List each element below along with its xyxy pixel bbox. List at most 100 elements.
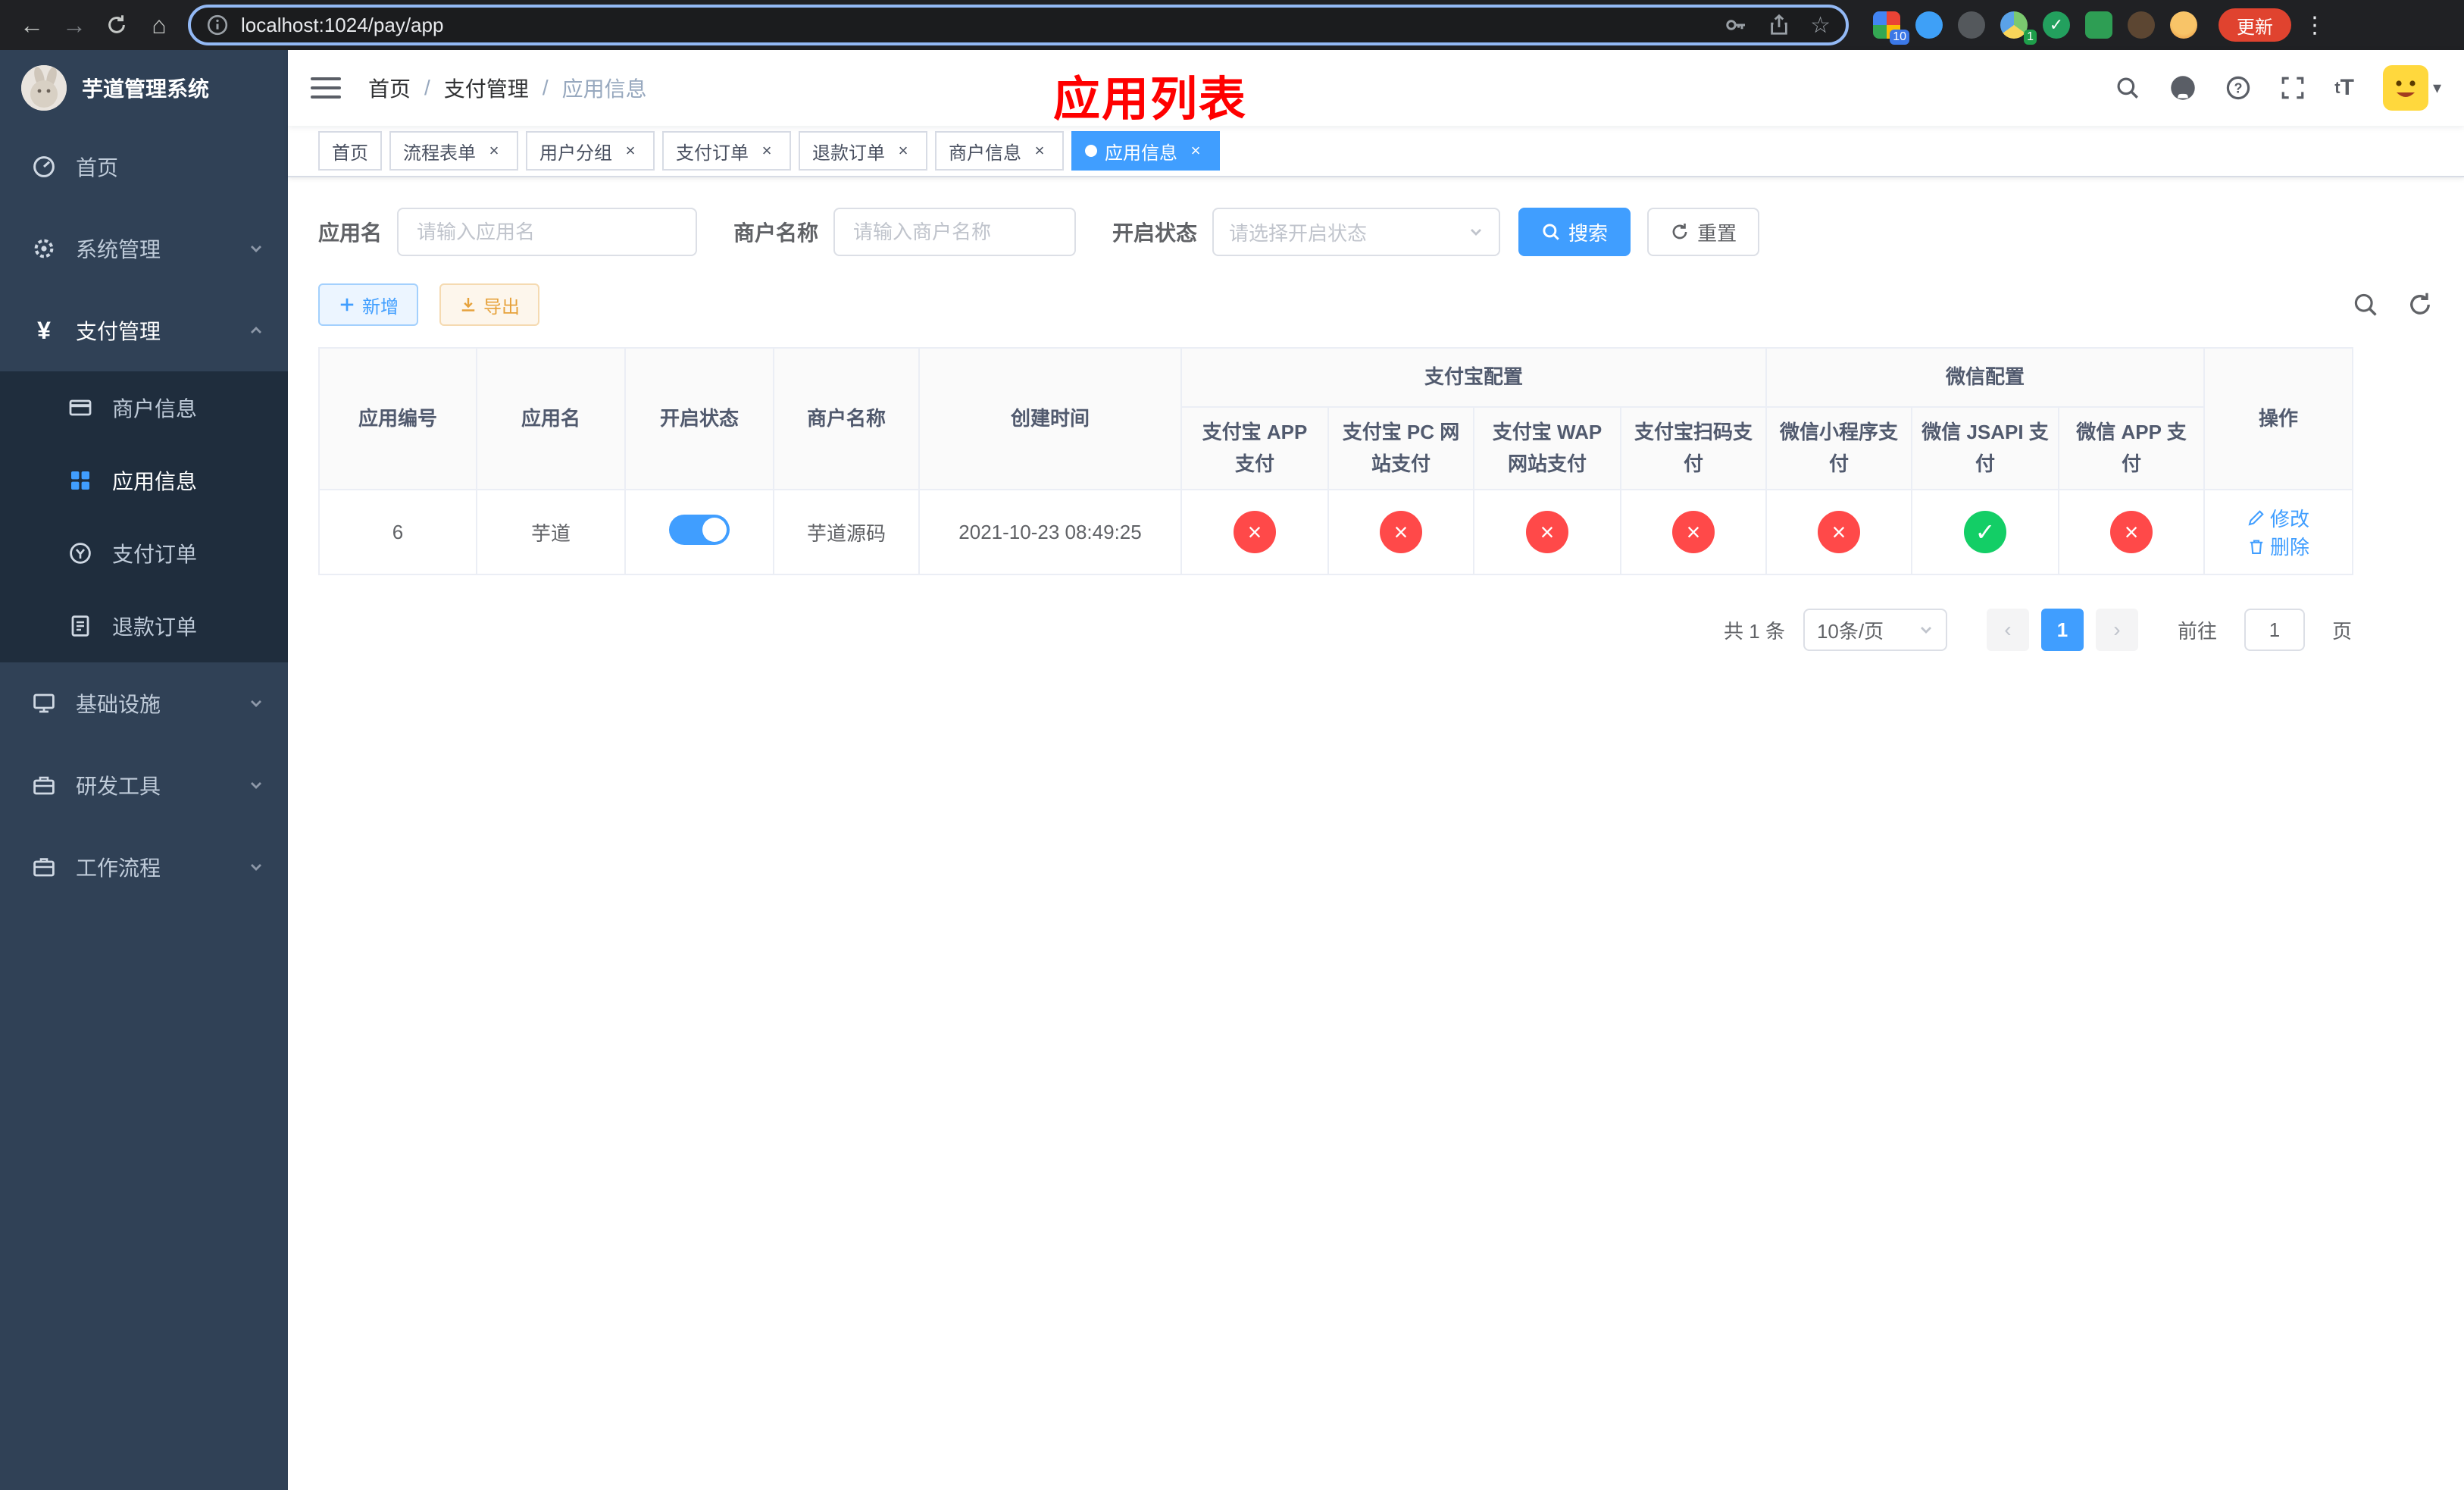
- delete-label: 删除: [2270, 536, 2310, 559]
- status-select[interactable]: 请选择开启状态: [1212, 208, 1501, 256]
- sidebar-item-workflow[interactable]: 工作流程: [0, 826, 288, 908]
- close-icon[interactable]: ×: [893, 140, 914, 161]
- sidebar-item-label: 系统管理: [76, 238, 161, 261]
- gear-icon: [30, 236, 58, 261]
- app-logo-avatar: [21, 65, 67, 111]
- tab-label: 应用信息: [1105, 142, 1177, 164]
- breadcrumb-section[interactable]: 支付管理: [444, 73, 529, 103]
- dashboard-icon: [30, 155, 58, 179]
- page-1-button[interactable]: 1: [2040, 609, 2084, 652]
- tab-app-info[interactable]: 应用信息 ×: [1071, 131, 1220, 171]
- sidebar-item-app-info[interactable]: 应用信息: [0, 444, 288, 517]
- font-size-icon[interactable]: tT: [2334, 75, 2354, 101]
- browser-menu-icon[interactable]: ⋮: [2303, 12, 2326, 39]
- sidebar-item-label: 支付管理: [76, 320, 161, 343]
- refresh-table-icon[interactable]: [2406, 291, 2434, 318]
- reset-button-label: 重置: [1697, 221, 1737, 245]
- extension-grid-icon[interactable]: 10: [1873, 11, 1909, 45]
- briefcase-icon: [30, 855, 58, 879]
- tab-pay-orders[interactable]: 支付订单 ×: [662, 131, 791, 171]
- page-title: 应用列表: [1053, 74, 1248, 126]
- prev-page-button[interactable]: ‹: [1986, 609, 2029, 652]
- sidebar-item-dev-tools[interactable]: 研发工具: [0, 744, 288, 826]
- sidebar-item-system[interactable]: 系统管理: [0, 208, 288, 290]
- sidebar-item-refund-orders[interactable]: 退款订单: [0, 590, 288, 662]
- url-text[interactable]: localhost:1024/pay/app: [241, 14, 1712, 37]
- tab-refund-orders[interactable]: 退款订单 ×: [799, 131, 927, 171]
- passwords-key-icon[interactable]: [1724, 13, 1748, 37]
- yen-icon: ¥: [37, 316, 51, 344]
- tab-label: 首页: [332, 142, 368, 164]
- extension-puzzle-icon[interactable]: [2128, 11, 2155, 39]
- reload-icon[interactable]: [97, 5, 136, 45]
- export-button-label: 导出: [483, 296, 520, 318]
- forward-icon[interactable]: →: [55, 5, 94, 45]
- tab-home[interactable]: 首页: [318, 131, 382, 171]
- back-icon[interactable]: ←: [12, 5, 52, 45]
- cell-wx-app: ×: [2058, 489, 2206, 576]
- status-toggle[interactable]: [669, 514, 730, 545]
- sidebar-item-infrastructure[interactable]: 基础设施: [0, 662, 288, 744]
- tab-process-form[interactable]: 流程表单 ×: [389, 131, 518, 171]
- tab-merchant-info[interactable]: 商户信息 ×: [935, 131, 1064, 171]
- col-header-name: 应用名: [476, 347, 626, 491]
- caret-down-icon: ▾: [2432, 78, 2441, 97]
- github-icon[interactable]: [2169, 74, 2197, 102]
- col-header-merchant: 商户名称: [773, 347, 920, 491]
- sidebar-item-label: 工作流程: [76, 856, 161, 880]
- tab-label: 退款订单: [812, 142, 885, 164]
- next-page-button[interactable]: ›: [2095, 609, 2138, 652]
- goto-page-input[interactable]: [2244, 609, 2305, 652]
- refresh-icon: [1672, 223, 1687, 239]
- search-button[interactable]: 搜索: [1518, 208, 1631, 256]
- sidebar-item-merchant-info[interactable]: 商户信息: [0, 371, 288, 444]
- breadcrumb-home[interactable]: 首页: [368, 73, 411, 103]
- chevron-down-icon: [249, 778, 264, 793]
- page-size-select[interactable]: 10条/页: [1803, 609, 1947, 652]
- close-icon[interactable]: ×: [620, 140, 641, 161]
- app-title: 芋道管理系统: [82, 77, 210, 101]
- status-cross-icon: ×: [1672, 511, 1715, 554]
- chevron-down-icon: [249, 241, 264, 256]
- sidebar-item-label: 商户信息: [112, 397, 198, 421]
- add-button[interactable]: 新增: [318, 283, 418, 326]
- profile-avatar-icon[interactable]: [2170, 11, 2197, 39]
- extension-green-check-icon[interactable]: ✓: [2043, 11, 2070, 39]
- extension-colorful-icon[interactable]: 1: [2000, 11, 2037, 45]
- sidebar-item-home[interactable]: 首页: [0, 126, 288, 208]
- bookmark-star-icon[interactable]: ☆: [1810, 12, 1831, 39]
- extensions-row: 10 1 ✓: [1873, 11, 2197, 45]
- edit-button[interactable]: 修改: [2247, 504, 2309, 532]
- fullscreen-icon[interactable]: [2280, 75, 2306, 101]
- sidebar-item-payment[interactable]: ¥ 支付管理: [0, 290, 288, 371]
- sidebar-collapse-icon[interactable]: [311, 77, 341, 99]
- search-icon[interactable]: [2115, 75, 2140, 101]
- browser-update-button[interactable]: 更新: [2219, 8, 2291, 42]
- app-name-input[interactable]: [397, 208, 698, 256]
- tab-user-group[interactable]: 用户分组 ×: [526, 131, 655, 171]
- group-header-wechat: 微信配置: [1765, 347, 2206, 408]
- share-icon[interactable]: [1768, 14, 1790, 36]
- browser-toolbar: ← → ⌂ localhost:1024/pay/app ☆ 10 1 ✓ 更新…: [0, 0, 2464, 50]
- extension-translate-icon[interactable]: [2085, 11, 2112, 39]
- close-icon[interactable]: ×: [1029, 140, 1050, 161]
- extension-dark-icon[interactable]: [1958, 11, 1985, 39]
- close-icon[interactable]: ×: [483, 140, 505, 161]
- hide-search-icon[interactable]: [2352, 291, 2379, 318]
- sidebar-item-pay-orders[interactable]: 支付订单: [0, 517, 288, 590]
- home-icon[interactable]: ⌂: [139, 5, 179, 45]
- close-icon[interactable]: ×: [756, 140, 777, 161]
- breadcrumb: 首页 / 支付管理 / 应用信息: [368, 73, 647, 103]
- address-bar[interactable]: localhost:1024/pay/app ☆: [188, 5, 1849, 45]
- reset-button[interactable]: 重置: [1647, 208, 1760, 256]
- merchant-name-input[interactable]: [833, 208, 1077, 256]
- extension-drop-icon[interactable]: [1915, 11, 1943, 39]
- app-logo-row[interactable]: 芋道管理系统: [0, 50, 288, 126]
- site-info-icon[interactable]: [206, 14, 229, 36]
- user-avatar[interactable]: ▾: [2382, 65, 2441, 111]
- close-icon[interactable]: ×: [1185, 140, 1206, 161]
- export-button[interactable]: 导出: [439, 283, 539, 326]
- pay-order-icon: [67, 541, 94, 565]
- delete-button[interactable]: 删除: [2247, 532, 2309, 560]
- help-icon[interactable]: ?: [2225, 75, 2251, 101]
